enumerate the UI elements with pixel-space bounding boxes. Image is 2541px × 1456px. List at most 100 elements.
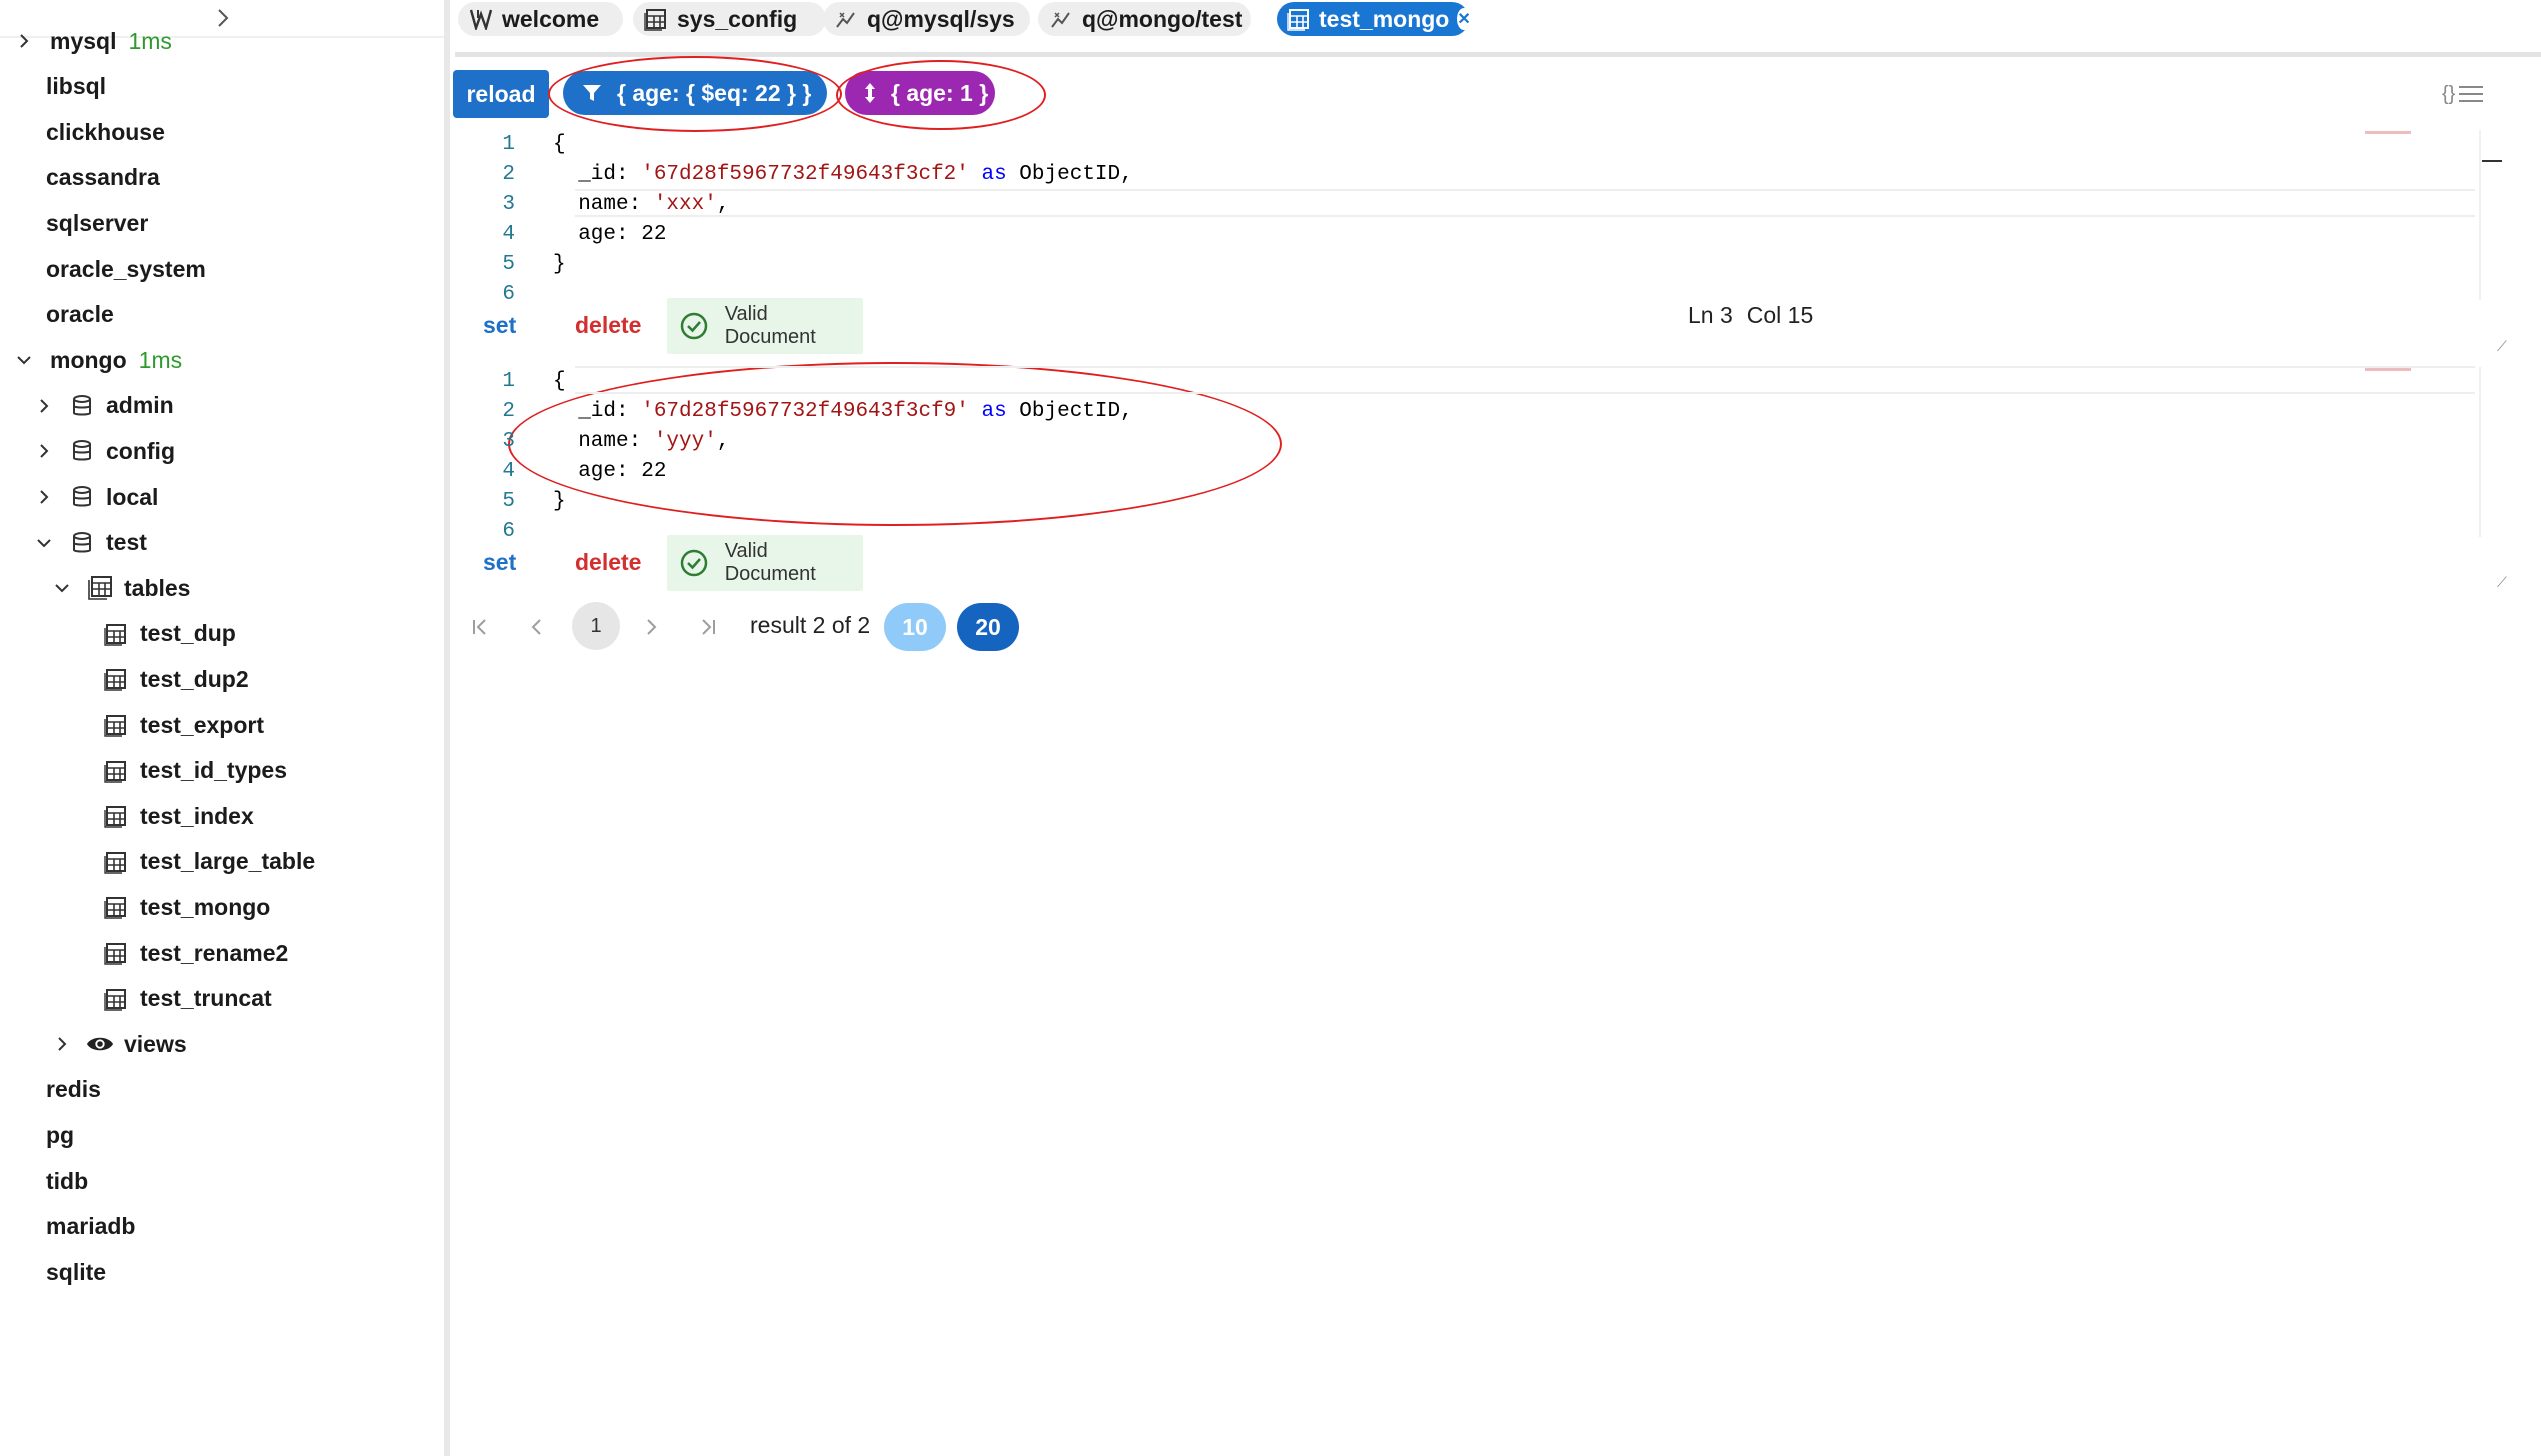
minimap[interactable] <box>2365 368 2415 374</box>
code-line: 1{ <box>455 367 2355 397</box>
sidebar-item-oracle[interactable]: oracle <box>46 295 114 335</box>
collapse-sidebar-button[interactable] <box>208 2 238 34</box>
sidebar-item-tables[interactable]: tables <box>52 568 190 608</box>
chevron-right-icon <box>218 9 229 27</box>
document-actions: set delete Valid Document <box>455 535 2515 593</box>
set-button[interactable]: set <box>483 549 516 576</box>
minimap[interactable] <box>2365 131 2415 137</box>
tab-divider <box>455 52 2541 57</box>
previous-page-icon[interactable] <box>522 612 552 642</box>
code-token: 'xxx' <box>653 193 717 216</box>
code-text: _id: '67d28f5967732f49643f3cf2' as Objec… <box>553 160 1133 190</box>
sidebar-item-cassandra[interactable]: cassandra <box>46 158 160 198</box>
scrollbar[interactable] <box>2479 367 2481 537</box>
sort-chip[interactable]: { age: 1 } <box>845 71 995 115</box>
delete-button[interactable]: delete <box>575 549 641 576</box>
code-token: age: 22 <box>553 223 667 246</box>
chevron-right-icon[interactable] <box>14 31 34 51</box>
sidebar-item-test-mongo[interactable]: test_mongo <box>102 887 270 927</box>
chevron-down-icon[interactable] <box>34 533 54 553</box>
code-token: { <box>553 370 566 393</box>
resize-handle-icon[interactable]: ⟋ <box>2497 574 2511 590</box>
sidebar-item-sqlite[interactable]: sqlite <box>46 1252 106 1292</box>
reload-button[interactable]: reload <box>453 70 549 118</box>
delete-button[interactable]: delete <box>575 312 641 339</box>
sidebar-item-test-id-types[interactable]: test_id_types <box>102 751 287 791</box>
sidebar-item-clickhouse[interactable]: clickhouse <box>46 112 165 152</box>
page-size-10-button[interactable]: 10 <box>884 603 946 651</box>
table-group-icon <box>86 574 114 602</box>
sidebar-item-mysql[interactable]: mysql 1ms <box>14 21 172 61</box>
sidebar-item-mongo[interactable]: mongo 1ms <box>14 340 182 380</box>
set-button[interactable]: set <box>483 312 516 339</box>
tab-test-mongo[interactable]: test_mongo ✕ <box>1277 2 1471 36</box>
sidebar-item-libsql[interactable]: libsql <box>46 67 106 107</box>
sidebar-item-test-dup[interactable]: test_dup <box>102 614 236 654</box>
sidebar-item-config[interactable]: config <box>34 431 175 471</box>
sidebar-item-test-rename2[interactable]: test_rename2 <box>102 933 288 973</box>
cursor-column: Col 15 <box>1746 302 1814 328</box>
sidebar-item-label: local <box>106 483 159 510</box>
first-page-icon[interactable] <box>465 612 495 642</box>
sidebar-item-local[interactable]: local <box>34 477 158 517</box>
close-tab-icon[interactable]: ✕ <box>1457 8 1471 30</box>
scrollbar[interactable] <box>2479 130 2481 300</box>
resize-handle-icon[interactable]: ⟋ <box>2497 338 2511 354</box>
line-number: 1 <box>502 370 515 393</box>
next-page-icon[interactable] <box>636 612 666 642</box>
last-page-icon[interactable] <box>693 612 723 642</box>
code-token: , <box>716 430 730 453</box>
page-size-20-button[interactable]: 20 <box>957 603 1019 651</box>
code-token: as <box>981 400 1007 423</box>
chevron-right-icon[interactable] <box>52 1034 72 1054</box>
document-editor[interactable]: 1{2 _id: '67d28f5967732f49643f3cf2' as O… <box>455 130 2515 306</box>
line-number: 2 <box>502 163 515 186</box>
sidebar-item-sqlserver[interactable]: sqlserver <box>46 203 148 243</box>
sidebar-item-test-export[interactable]: test_export <box>102 705 264 745</box>
chevron-right-icon[interactable] <box>34 487 54 507</box>
format-document-button[interactable]: {} <box>2442 80 2498 108</box>
check-circle-icon <box>679 548 709 578</box>
tab-sys-config[interactable]: sys_config <box>633 2 826 36</box>
table-icon <box>102 985 130 1013</box>
code-line: 2 _id: '67d28f5967732f49643f3cf9' as Obj… <box>455 397 2355 427</box>
sidebar-item-admin[interactable]: admin <box>34 386 174 426</box>
line-number: 5 <box>502 490 515 513</box>
sidebar-item-views[interactable]: views <box>52 1024 187 1064</box>
code-text: } <box>553 487 566 517</box>
tab-welcome[interactable]: welcome <box>458 2 623 36</box>
sidebar-item-mariadb[interactable]: mariadb <box>46 1207 135 1247</box>
filter-chip[interactable]: { age: { $eq: 22 } } <box>563 71 827 115</box>
document-editor[interactable]: 1{2 _id: '67d28f5967732f49643f3cf9' as O… <box>455 366 2515 543</box>
validation-status-label: Valid Document <box>724 303 816 348</box>
chevron-right-icon[interactable] <box>34 396 54 416</box>
table-icon <box>102 757 130 785</box>
sidebar-item-label: libsql <box>46 73 107 100</box>
sidebar: mysql 1ms libsql clickhouse cassandra sqlserv… <box>0 0 450 1456</box>
database-icon <box>68 483 96 511</box>
sidebar-item-test-index[interactable]: test_index <box>102 796 254 836</box>
code-token: { <box>553 133 566 156</box>
sidebar-item-label: sqlite <box>46 1258 107 1285</box>
sidebar-item-oracle-system[interactable]: oracle_system <box>46 249 206 289</box>
chevron-down-icon[interactable] <box>52 578 72 598</box>
scrollbar-thumb[interactable] <box>2482 160 2502 162</box>
latency-badge: 1ms <box>128 27 172 54</box>
sidebar-item-redis[interactable]: redis <box>46 1070 101 1110</box>
page-number-button[interactable]: 1 <box>572 602 620 650</box>
sidebar-item-test[interactable]: test <box>34 523 147 563</box>
sidebar-item-label: test_mongo <box>140 893 271 920</box>
sidebar-item-test-large-table[interactable]: test_large_table <box>102 842 315 882</box>
tab-q-mongo-test[interactable]: q@mongo/test <box>1038 2 1251 36</box>
code-token: name: <box>553 193 654 216</box>
tab-q-mysql-sys[interactable]: q@mysql/sys <box>823 2 1030 36</box>
sidebar-item-pg[interactable]: pg <box>46 1115 74 1155</box>
sidebar-item-test-truncat[interactable]: test_truncat <box>102 979 272 1019</box>
sidebar-item-test-dup2[interactable]: test_dup2 <box>102 659 249 699</box>
validation-status: Valid Document <box>667 535 863 591</box>
code-token: ObjectID, <box>1006 400 1133 423</box>
sidebar-item-tidb[interactable]: tidb <box>46 1161 88 1201</box>
chevron-right-icon[interactable] <box>34 441 54 461</box>
chevron-down-icon[interactable] <box>14 350 34 370</box>
